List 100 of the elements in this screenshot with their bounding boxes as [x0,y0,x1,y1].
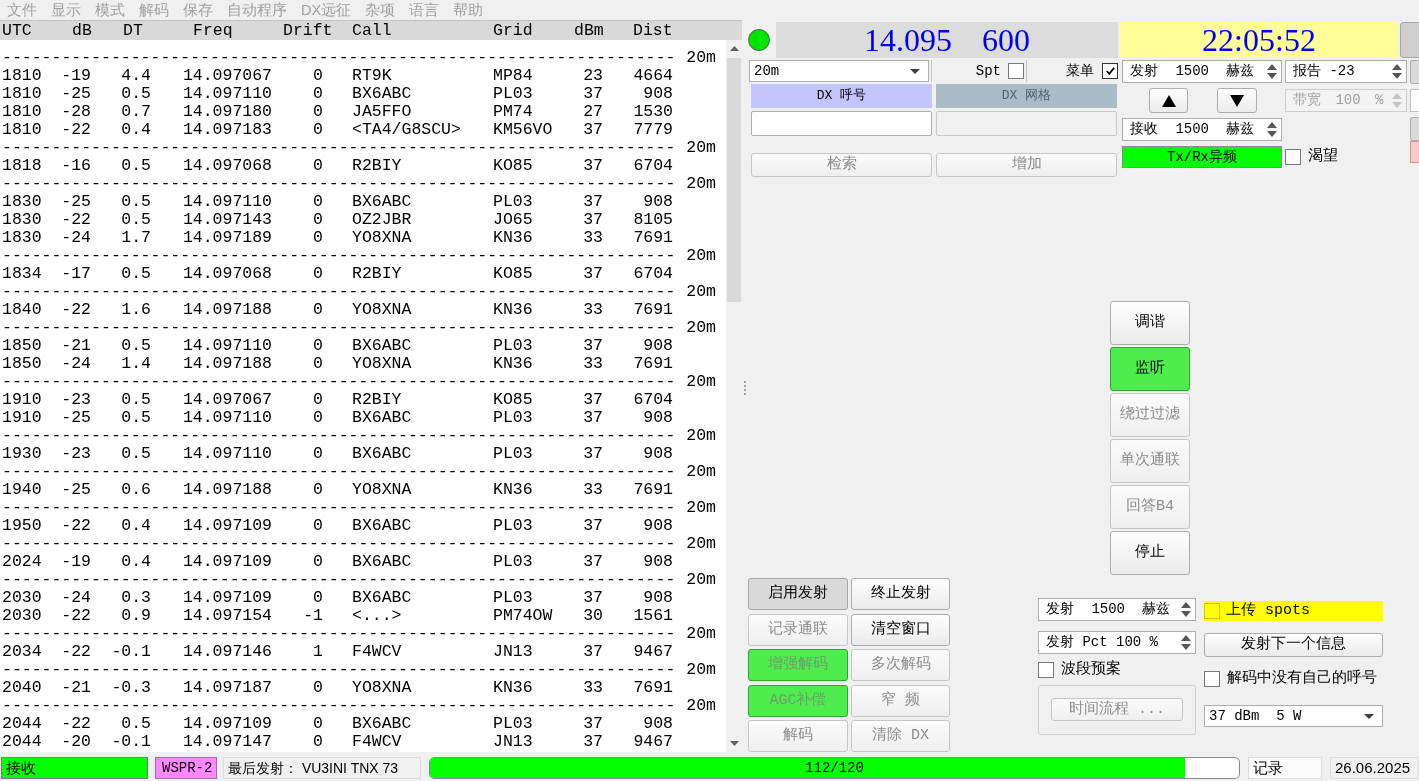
checkbox[interactable] [1038,662,1054,678]
monitor-button[interactable]: 监听 [1110,347,1190,391]
table-cell: OZ2JBR [352,211,412,229]
tx-frequency-spinbox[interactable]: 发射 1500 赫兹 [1122,60,1282,83]
table-cell: 0 [313,337,323,355]
table-cell: BX6ABC [352,589,412,607]
table-cell: R2BIY [352,391,402,409]
table-cell: -25 [61,409,91,427]
power-dropdown[interactable]: 37 dBm 5 W [1204,705,1383,727]
table-cell: BX6ABC [352,193,412,211]
table-cell: 6704 [633,265,673,283]
tx-next-button[interactable]: 发射下一个信息 [1204,633,1383,657]
table-cell: 0 [313,715,323,733]
table-cell: -22 [61,517,91,535]
table-cell: 33 [583,481,603,499]
table-cell: F4WCV [352,643,402,661]
table-cell: 0 [313,679,323,697]
table-cell: 0 [313,85,323,103]
tx-frequency-spinbox[interactable]: 发射 1500 赫兹 [1038,598,1196,621]
checkbox[interactable] [1008,63,1024,79]
table-cell: 37 [583,85,603,103]
caret-icon[interactable] [1364,713,1374,719]
table-cell: -0.3 [111,679,151,697]
table-cell: 33 [583,679,603,697]
spin-arrows-icon[interactable] [1267,122,1277,137]
table-cell: YO8XNA [352,301,412,319]
scrollbar-thumb[interactable] [727,58,741,302]
table-cell: 6704 [633,391,673,409]
clock-display: 22:05:52 [1120,22,1398,58]
checkbox[interactable] [1204,671,1220,687]
table-cell: -24 [61,229,91,247]
table-cell: 1530 [633,103,673,121]
table-cell: 0 [313,517,323,535]
table-cell: 14.097146 [182,643,272,661]
table-cell: 37 [583,715,603,733]
table-cell: 1850 [2,355,42,373]
table-cell: -23 [61,445,91,463]
column-header: dB [72,21,92,40]
table-cell: BX6ABC [352,337,412,355]
table-cell: 0.5 [121,337,151,355]
tx-percent-spinbox[interactable]: 发射 Pct 100 % [1038,631,1196,654]
table-cell: JN13 [493,733,533,751]
rx-frequency-spinbox[interactable]: 接收 1500 赫兹 [1122,118,1282,141]
table-cell: 37 [583,211,603,229]
triangle-up-icon [1161,94,1176,107]
spin-arrows-icon[interactable] [1181,602,1191,617]
table-cell: 8105 [633,211,673,229]
table-cell: KN36 [493,229,533,247]
caret-icon[interactable] [910,68,920,74]
table-cell: 1810 [2,67,42,85]
column-header: UTC [2,21,32,40]
table-cell: KN36 [493,481,533,499]
last-tx-label: 最后发射： VU3INI TNX 73 [223,757,421,779]
table-cell: 14.097110 [182,445,272,463]
table-cell: 14.097068 [182,265,272,283]
table-cell: 1561 [633,607,673,625]
halt-tx-button[interactable]: 终止发射 [851,578,950,610]
dx-call-field[interactable] [751,111,932,136]
spin-arrows-icon[interactable] [1181,635,1191,650]
table-cell: -25 [61,481,91,499]
checkbox-label: 菜单 [1066,62,1094,80]
checkbox[interactable] [1102,63,1118,79]
table-cell: PL03 [493,553,533,571]
separator-dashes: -------------------------------------------------------------------- [2,283,676,301]
table-cell: KM56VO [493,121,553,139]
erase-button[interactable]: 清空窗口 [851,613,950,646]
spin-arrows-icon[interactable] [1267,64,1277,79]
table-cell: 14.097110 [182,409,272,427]
table-cell: 1830 [2,193,42,211]
separator-dashes: -------------------------------------------------------------------- [2,49,676,67]
table-cell: 37 [583,409,603,427]
table-cell: -24 [61,589,91,607]
tune-button[interactable]: 调谐 [1110,301,1190,345]
band-label: 20m [686,463,717,481]
table-cell: 14.097109 [182,589,272,607]
table-cell: PL03 [493,589,533,607]
band-dropdown[interactable]: 20m [749,60,929,82]
scroll-up-icon[interactable] [729,46,739,51]
table-cell: 0 [313,733,323,751]
enable-tx-button[interactable]: 启用发射 [748,578,848,610]
column-header: dBm [574,21,604,40]
table-cell: PL03 [493,517,533,535]
checkbox[interactable] [1285,149,1301,165]
spin-arrows-icon[interactable] [1392,64,1402,79]
table-cell: YO8XNA [352,355,412,373]
stop-button[interactable]: 停止 [1110,531,1190,575]
down-arrow-button[interactable] [1217,88,1257,113]
band-label: 20m [686,139,717,157]
table-cell: 0 [313,481,323,499]
table-cell: JO65 [493,211,533,229]
scroll-down-icon[interactable] [729,741,739,746]
up-arrow-button[interactable] [1149,88,1188,113]
table-cell: 0 [313,445,323,463]
table-cell: 14.097109 [182,553,272,571]
table-cell: 0 [313,553,323,571]
rx-status: 接收 [1,757,148,779]
cut-off-field[interactable] [1410,89,1419,112]
table-cell: 908 [643,589,673,607]
dx-grid-label: DX 网格 [936,84,1117,108]
report-spinbox[interactable]: 报告 -23 [1285,60,1407,83]
